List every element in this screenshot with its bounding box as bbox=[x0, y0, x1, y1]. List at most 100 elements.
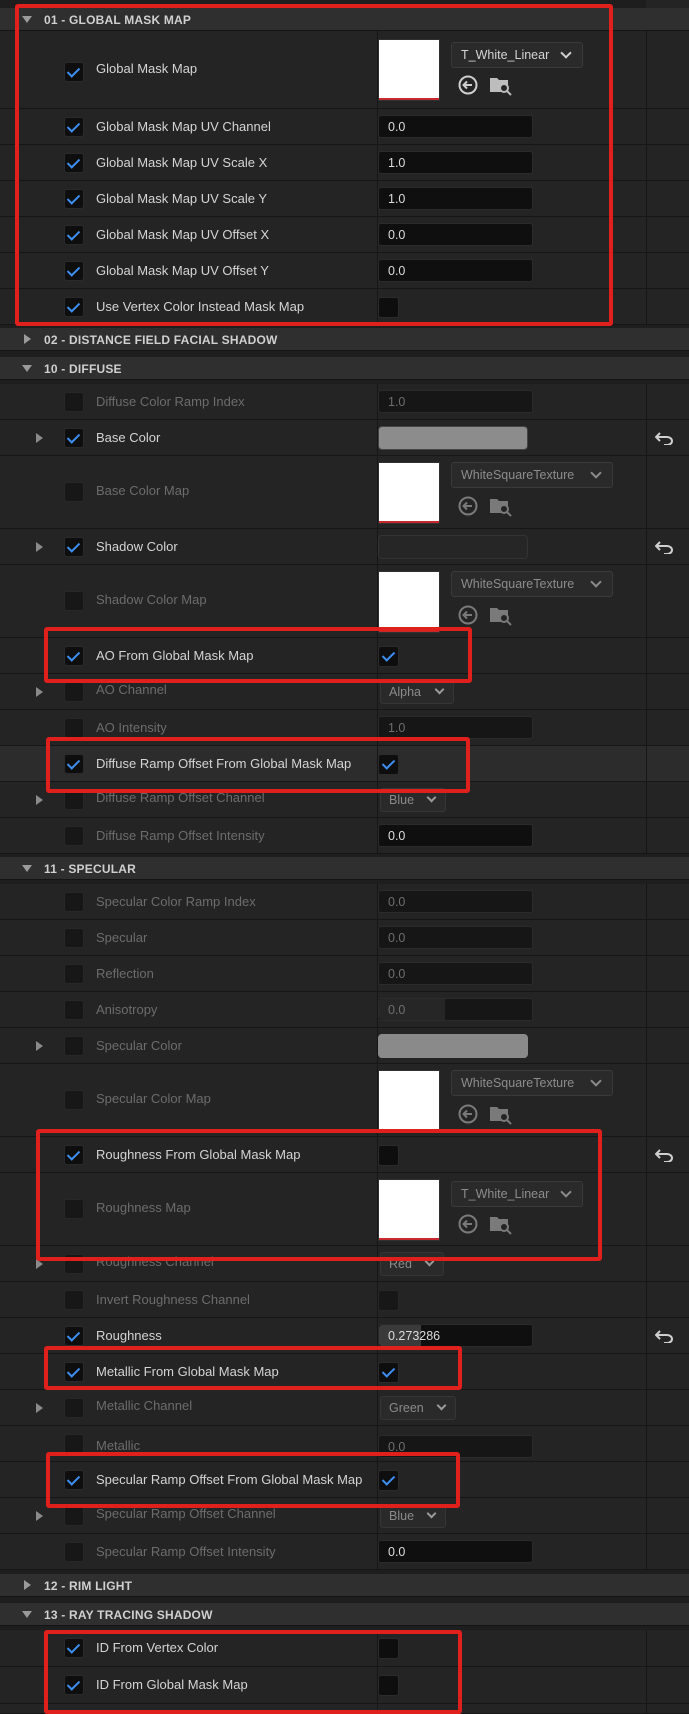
value-checkbox[interactable] bbox=[378, 754, 399, 775]
expand-icon[interactable] bbox=[36, 795, 43, 805]
override-checkbox[interactable] bbox=[64, 718, 84, 738]
expand-icon[interactable] bbox=[36, 1403, 43, 1413]
channel-combo[interactable]: Green bbox=[380, 1396, 456, 1420]
arrow-left-circle-icon[interactable] bbox=[457, 604, 479, 626]
texture-thumbnail[interactable] bbox=[378, 1070, 440, 1132]
value-field[interactable]: 0.0 bbox=[378, 1540, 533, 1563]
texture-combo[interactable]: WhiteSquareTexture bbox=[451, 571, 613, 597]
override-checkbox[interactable] bbox=[64, 1398, 84, 1418]
value-field[interactable]: 0.0 bbox=[378, 824, 533, 847]
value-checkbox[interactable] bbox=[378, 1362, 399, 1383]
folder-search-icon[interactable] bbox=[488, 495, 512, 517]
section-rim-light[interactable]: 12 - RIM LIGHT bbox=[0, 1574, 689, 1597]
value-checkbox[interactable] bbox=[378, 1638, 399, 1659]
override-checkbox[interactable] bbox=[64, 117, 84, 137]
override-checkbox[interactable] bbox=[64, 1254, 84, 1274]
override-checkbox[interactable] bbox=[64, 537, 84, 557]
color-swatch[interactable] bbox=[378, 1034, 528, 1058]
override-checkbox[interactable] bbox=[64, 1542, 84, 1562]
value-checkbox[interactable] bbox=[378, 1470, 399, 1491]
value-field[interactable]: 1.0 bbox=[378, 187, 533, 210]
arrow-left-circle-icon[interactable] bbox=[457, 1103, 479, 1125]
override-checkbox[interactable] bbox=[64, 964, 84, 984]
override-checkbox[interactable] bbox=[64, 62, 84, 82]
expand-icon[interactable] bbox=[36, 1041, 43, 1051]
folder-search-icon[interactable] bbox=[488, 1103, 512, 1125]
override-checkbox[interactable] bbox=[64, 682, 84, 702]
section-global-mask-map[interactable]: 01 - GLOBAL MASK MAP bbox=[0, 8, 689, 31]
texture-thumbnail[interactable] bbox=[378, 39, 440, 101]
color-swatch[interactable] bbox=[378, 535, 528, 559]
arrow-left-circle-icon[interactable] bbox=[457, 495, 479, 517]
override-checkbox[interactable] bbox=[64, 754, 84, 774]
override-checkbox[interactable] bbox=[64, 297, 84, 317]
value-checkbox[interactable] bbox=[378, 646, 399, 667]
expand-icon[interactable] bbox=[36, 433, 43, 443]
channel-combo[interactable]: Alpha bbox=[380, 680, 454, 704]
override-checkbox[interactable] bbox=[64, 1470, 84, 1490]
value-checkbox[interactable] bbox=[378, 297, 399, 318]
texture-combo[interactable]: T_White_Linear bbox=[451, 42, 583, 68]
channel-combo[interactable]: Blue bbox=[380, 788, 446, 812]
override-checkbox[interactable] bbox=[64, 826, 84, 846]
channel-combo[interactable]: Red bbox=[380, 1252, 444, 1276]
override-checkbox[interactable] bbox=[64, 1000, 84, 1020]
expand-icon[interactable] bbox=[36, 1259, 43, 1269]
override-checkbox[interactable] bbox=[64, 225, 84, 245]
expand-icon[interactable] bbox=[36, 1511, 43, 1521]
value-field[interactable]: 0.0 bbox=[378, 223, 533, 246]
override-checkbox[interactable] bbox=[64, 1036, 84, 1056]
value-field[interactable]: 1.0 bbox=[378, 716, 533, 739]
override-checkbox[interactable] bbox=[64, 790, 84, 810]
value-field[interactable]: 1.0 bbox=[378, 151, 533, 174]
override-checkbox[interactable] bbox=[64, 1434, 84, 1454]
override-checkbox[interactable] bbox=[64, 482, 84, 502]
reset-to-default-icon[interactable] bbox=[655, 1148, 675, 1162]
override-checkbox[interactable] bbox=[64, 1675, 84, 1695]
texture-thumbnail[interactable] bbox=[378, 571, 440, 633]
override-checkbox[interactable] bbox=[64, 591, 84, 611]
folder-search-icon[interactable] bbox=[488, 604, 512, 626]
section-specular[interactable]: 11 - SPECULAR bbox=[0, 857, 689, 880]
override-checkbox[interactable] bbox=[64, 189, 84, 209]
value-field[interactable]: 0.0 bbox=[378, 1435, 533, 1458]
value-slider[interactable]: 0.0 bbox=[378, 998, 533, 1021]
override-checkbox[interactable] bbox=[64, 1145, 84, 1165]
reset-to-default-icon[interactable] bbox=[655, 540, 675, 554]
override-checkbox[interactable] bbox=[64, 892, 84, 912]
texture-thumbnail[interactable] bbox=[378, 1179, 440, 1241]
value-field[interactable]: 0.0 bbox=[378, 890, 533, 913]
channel-combo[interactable]: Blue bbox=[380, 1504, 446, 1528]
expand-icon[interactable] bbox=[36, 687, 43, 697]
arrow-left-circle-icon[interactable] bbox=[457, 74, 479, 96]
override-checkbox[interactable] bbox=[64, 261, 84, 281]
override-checkbox[interactable] bbox=[64, 1199, 84, 1219]
color-swatch[interactable] bbox=[378, 426, 528, 450]
section-diffuse[interactable]: 10 - DIFFUSE bbox=[0, 357, 689, 380]
value-field[interactable]: 0.0 bbox=[378, 259, 533, 282]
reset-to-default-icon[interactable] bbox=[655, 1329, 675, 1343]
override-checkbox[interactable] bbox=[64, 1362, 84, 1382]
folder-search-icon[interactable] bbox=[488, 1213, 512, 1235]
override-checkbox[interactable] bbox=[64, 1506, 84, 1526]
override-checkbox[interactable] bbox=[64, 928, 84, 948]
value-field[interactable]: 0.0 bbox=[378, 962, 533, 985]
override-checkbox[interactable] bbox=[64, 1290, 84, 1310]
override-checkbox[interactable] bbox=[64, 428, 84, 448]
override-checkbox[interactable] bbox=[64, 1090, 84, 1110]
value-checkbox[interactable] bbox=[378, 1290, 399, 1311]
texture-combo[interactable]: WhiteSquareTexture bbox=[451, 1070, 613, 1096]
section-distance-field-facial-shadow[interactable]: 02 - DISTANCE FIELD FACIAL SHADOW bbox=[0, 328, 689, 351]
value-slider[interactable]: 0.273286 bbox=[378, 1324, 533, 1347]
override-checkbox[interactable] bbox=[64, 392, 84, 412]
section-ray-tracing-shadow[interactable]: 13 - RAY TRACING SHADOW bbox=[0, 1603, 689, 1626]
override-checkbox[interactable] bbox=[64, 646, 84, 666]
texture-combo[interactable]: WhiteSquareTexture bbox=[451, 462, 613, 488]
expand-icon[interactable] bbox=[36, 542, 43, 552]
folder-search-icon[interactable] bbox=[488, 74, 512, 96]
override-checkbox[interactable] bbox=[64, 153, 84, 173]
override-checkbox[interactable] bbox=[64, 1638, 84, 1658]
override-checkbox[interactable] bbox=[64, 1326, 84, 1346]
texture-combo[interactable]: T_White_Linear bbox=[451, 1181, 583, 1207]
value-field[interactable]: 0.0 bbox=[378, 926, 533, 949]
